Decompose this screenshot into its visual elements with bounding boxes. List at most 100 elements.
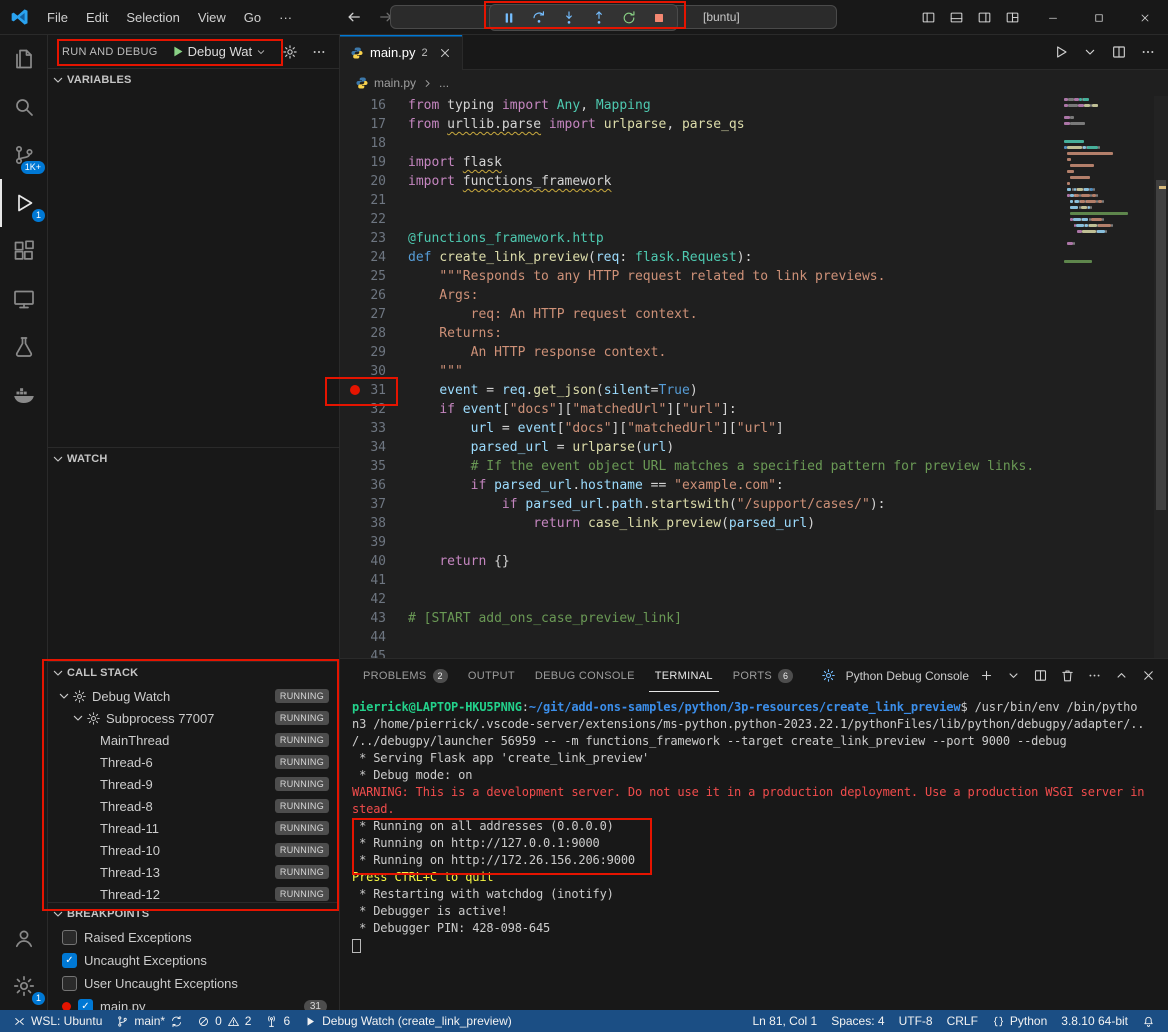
more-actions-button[interactable] — [1140, 44, 1156, 60]
activity-testing[interactable] — [0, 323, 48, 371]
line-number[interactable]: 25 — [340, 267, 386, 286]
breakpoint-checkbox[interactable] — [62, 930, 77, 945]
call-stack-item[interactable]: Thread-13RUNNING — [48, 861, 339, 883]
panel-tab-problems[interactable]: PROBLEMS2 — [357, 659, 454, 692]
status-debug-status[interactable]: Debug Watch (create_link_preview) — [297, 1010, 519, 1032]
code-line-23[interactable]: 23@functions_framework.http — [340, 229, 1064, 248]
line-number[interactable]: 29 — [340, 343, 386, 362]
minimize-button[interactable] — [1030, 0, 1076, 35]
line-number[interactable]: 24 — [340, 248, 386, 267]
activity-remote-explorer[interactable] — [0, 275, 48, 323]
line-number[interactable]: 27 — [340, 305, 386, 324]
code-line-25[interactable]: 25 """Responds to any HTTP request relat… — [340, 267, 1064, 286]
menu-more[interactable]: ··· — [270, 0, 301, 35]
more-actions-button[interactable] — [311, 44, 327, 60]
breakpoints-header[interactable]: BREAKPOINTS — [48, 902, 339, 924]
chevron-up-button[interactable] — [1114, 668, 1129, 683]
trash-button[interactable] — [1060, 668, 1075, 683]
debug-config-picker[interactable]: Debug Wat — [170, 44, 268, 59]
chevron-down-button[interactable] — [1006, 668, 1021, 683]
call-stack-item[interactable]: Thread-8RUNNING — [48, 795, 339, 817]
status-eol[interactable]: CRLF — [940, 1010, 985, 1032]
status-notifications[interactable] — [1135, 1010, 1162, 1032]
call-stack-item[interactable]: Debug WatchRUNNING — [48, 685, 339, 707]
line-number[interactable]: 42 — [340, 590, 386, 609]
code-line-37[interactable]: 37 if parsed_url.path.startswith("/suppo… — [340, 495, 1064, 514]
status-git-branch[interactable]: main* — [109, 1010, 190, 1032]
call-stack-item[interactable]: Thread-6RUNNING — [48, 751, 339, 773]
menu-selection[interactable]: Selection — [117, 0, 188, 35]
code-line-21[interactable]: 21 — [340, 191, 1064, 210]
panel-tab-ports[interactable]: PORTS6 — [727, 659, 800, 692]
line-number[interactable]: 18 — [340, 134, 386, 153]
code-line-20[interactable]: 20import functions_framework — [340, 172, 1064, 191]
activity-extensions[interactable] — [0, 227, 48, 275]
code-line-38[interactable]: 38 return case_link_preview(parsed_url) — [340, 514, 1064, 533]
activity-explorer[interactable] — [0, 35, 48, 83]
tab-main-py[interactable]: main.py 2 — [340, 35, 463, 70]
code-line-36[interactable]: 36 if parsed_url.hostname == "example.co… — [340, 476, 1064, 495]
menu-edit[interactable]: Edit — [77, 0, 117, 35]
code-line-42[interactable]: 42 — [340, 590, 1064, 609]
line-number[interactable]: 43 — [340, 609, 386, 628]
close-button[interactable] — [1122, 0, 1168, 35]
code-line-19[interactable]: 19import flask — [340, 153, 1064, 172]
line-number[interactable]: 20 — [340, 172, 386, 191]
call-stack-item[interactable]: Thread-10RUNNING — [48, 839, 339, 861]
line-number[interactable]: 23 — [340, 229, 386, 248]
step-into-button[interactable] — [557, 7, 580, 28]
line-number[interactable]: 39 — [340, 533, 386, 552]
status-problems[interactable]: 02 — [190, 1010, 258, 1032]
activity-account[interactable] — [0, 914, 48, 962]
variables-header[interactable]: VARIABLES — [48, 68, 339, 90]
run-python-button[interactable] — [1053, 44, 1069, 60]
code-line-41[interactable]: 41 — [340, 571, 1064, 590]
activity-run-debug[interactable]: 1 — [0, 179, 48, 227]
breakpoint-item[interactable]: User Uncaught Exceptions — [48, 972, 339, 995]
menu-go[interactable]: Go — [235, 0, 270, 35]
layout-panel-button[interactable] — [949, 10, 964, 25]
line-number[interactable]: 31 — [340, 381, 386, 400]
line-number[interactable]: 45 — [340, 647, 386, 658]
panel-tab-terminal[interactable]: TERMINAL — [649, 659, 719, 692]
terminal-profile-label[interactable]: Python Debug Console — [846, 669, 969, 683]
breadcrumb[interactable]: main.py ... — [340, 70, 1168, 96]
restart-button[interactable] — [617, 7, 640, 28]
minimap[interactable] — [1064, 96, 1154, 658]
layout-sidebar-left-button[interactable] — [921, 10, 936, 25]
chevron-down-button[interactable] — [1082, 44, 1098, 60]
split-editor-button[interactable] — [1033, 668, 1048, 683]
settings-gear-button[interactable] — [282, 44, 298, 60]
watch-header[interactable]: WATCH — [48, 447, 339, 469]
line-number[interactable]: 22 — [340, 210, 386, 229]
stop-button[interactable] — [647, 7, 670, 28]
call-stack-header[interactable]: CALL STACK — [48, 661, 339, 683]
status-indentation[interactable]: Spaces: 4 — [824, 1010, 891, 1032]
pause-button[interactable] — [497, 7, 520, 28]
line-number[interactable]: 19 — [340, 153, 386, 172]
code-line-16[interactable]: 16from typing import Any, Mapping — [340, 96, 1064, 115]
activity-source-control[interactable]: 1K+ — [0, 131, 48, 179]
code-line-45[interactable]: 45 — [340, 647, 1064, 658]
line-number[interactable]: 21 — [340, 191, 386, 210]
line-number[interactable]: 30 — [340, 362, 386, 381]
line-number[interactable]: 40 — [340, 552, 386, 571]
line-number[interactable]: 38 — [340, 514, 386, 533]
status-forwarded-ports[interactable]: 6 — [258, 1010, 297, 1032]
breakpoint-item[interactable]: ✓Uncaught Exceptions — [48, 949, 339, 972]
breakpoint-item[interactable]: Raised Exceptions — [48, 926, 339, 949]
breakpoint-item[interactable]: ✓main.py31 — [48, 995, 339, 1010]
code-line-27[interactable]: 27 req: An HTTP request context. — [340, 305, 1064, 324]
close-button[interactable] — [1141, 668, 1156, 683]
call-stack-item[interactable]: Thread-11RUNNING — [48, 817, 339, 839]
more-actions-button[interactable] — [1087, 668, 1102, 683]
status-remote-indicator[interactable]: WSL: Ubuntu — [6, 1010, 109, 1032]
line-number[interactable]: 37 — [340, 495, 386, 514]
maximize-button[interactable] — [1076, 0, 1122, 35]
activity-search[interactable] — [0, 83, 48, 131]
activity-docker[interactable] — [0, 371, 48, 419]
code-line-44[interactable]: 44 — [340, 628, 1064, 647]
status-encoding[interactable]: UTF-8 — [892, 1010, 940, 1032]
code-line-18[interactable]: 18 — [340, 134, 1064, 153]
split-editor-button[interactable] — [1111, 44, 1127, 60]
